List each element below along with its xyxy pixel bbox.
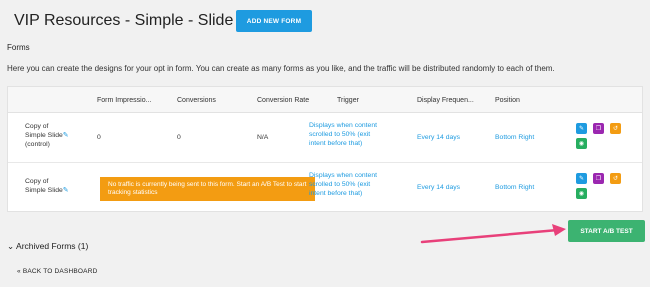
forms-table: Form Impressio... Conversions Conversion… (7, 86, 643, 212)
archived-forms-label: Archived Forms (1) (16, 241, 89, 251)
forms-heading: Forms (7, 43, 30, 52)
intro-text: Here you can create the designs for your… (7, 64, 555, 73)
start-ab-test-button[interactable]: START A/B TEST (568, 220, 645, 242)
form-name-line1: Copy of (25, 178, 49, 185)
form-name-cell: Copy of Simple Slide✎ (25, 177, 69, 195)
column-header-trigger: Trigger (337, 97, 359, 104)
page-title: VIP Resources - Simple - Slide in (14, 12, 251, 29)
column-header-position: Position (495, 97, 520, 104)
form-name-cell: Copy of Simple Slide✎ (control) (25, 122, 69, 149)
back-to-dashboard-link[interactable]: « BACK TO DASHBOARD (17, 268, 98, 275)
preview-icon[interactable]: ◉ (576, 138, 587, 149)
pointer-arrow-icon (420, 224, 566, 244)
table-header: Form Impressio... Conversions Conversion… (8, 87, 642, 113)
preview-icon[interactable]: ◉ (576, 188, 587, 199)
frequency-link[interactable]: Every 14 days (417, 183, 460, 192)
conversion-rate-value: N/A (257, 134, 269, 141)
form-name-line1: Copy of (25, 123, 49, 130)
column-header-conversion-rate: Conversion Rate (257, 97, 310, 104)
copy-icon[interactable]: ❐ (593, 173, 604, 184)
add-new-form-button[interactable]: ADD NEW FORM (236, 10, 312, 32)
column-header-impressions: Form Impressio... (97, 97, 152, 104)
form-name-line2: Simple Slide (25, 187, 63, 194)
no-traffic-warning: No traffic is currently being sent to th… (100, 177, 315, 201)
copy-icon[interactable]: ❐ (593, 123, 604, 134)
impressions-value: 0 (97, 134, 101, 141)
table-row: Copy of Simple Slide✎ (control) 0 0 N/A … (8, 113, 642, 163)
conversions-value: 0 (177, 134, 181, 141)
reset-icon[interactable]: ↺ (610, 123, 621, 134)
archived-forms-toggle[interactable]: ⌄ Archived Forms (1) (7, 241, 88, 252)
trigger-link[interactable]: Displays when content scrolled to 50% (e… (309, 171, 379, 198)
form-name-line3: (control) (25, 141, 50, 148)
position-link[interactable]: Bottom Right (495, 133, 534, 142)
frequency-link[interactable]: Every 14 days (417, 133, 460, 142)
column-header-display-frequency: Display Frequen... (417, 97, 474, 104)
position-link[interactable]: Bottom Right (495, 183, 534, 192)
trigger-link[interactable]: Displays when content scrolled to 50% (e… (309, 121, 379, 148)
edit-icon[interactable]: ✎ (576, 123, 587, 134)
pencil-icon[interactable]: ✎ (63, 187, 69, 194)
column-header-conversions: Conversions (177, 97, 216, 104)
form-name-line2: Simple Slide (25, 132, 63, 139)
table-row: Copy of Simple Slide✎ No traffic is curr… (8, 163, 642, 213)
chevron-down-icon: ⌄ (7, 241, 15, 251)
reset-icon[interactable]: ↺ (610, 173, 621, 184)
edit-icon[interactable]: ✎ (576, 173, 587, 184)
pencil-icon[interactable]: ✎ (63, 132, 69, 139)
